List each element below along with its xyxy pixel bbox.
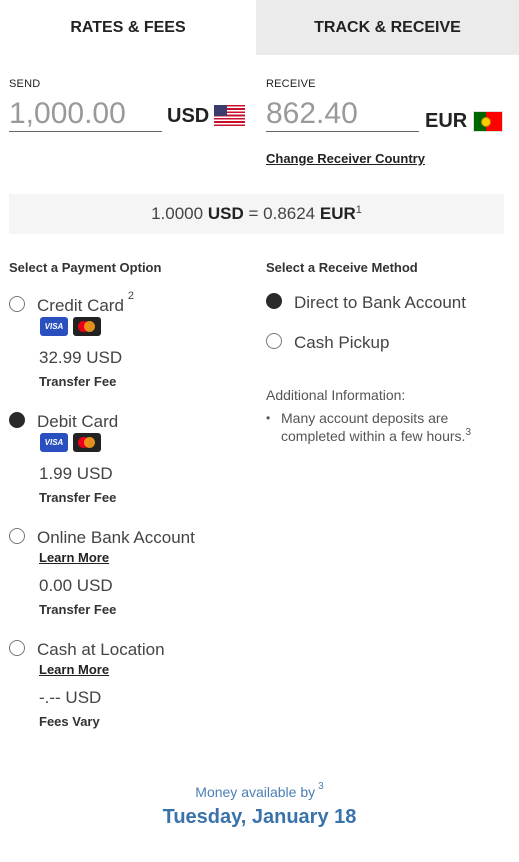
debit-card-label: Debit Card: [37, 412, 119, 431]
money-available-label: Money available by 3: [0, 781, 519, 800]
online-bank-fee: 0.00 USD: [39, 576, 113, 595]
credit-card-label: Credit Card: [37, 296, 124, 315]
credit-card-option[interactable]: Credit Card 2: [37, 290, 134, 316]
receive-method-title: Select a Receive Method: [266, 260, 418, 275]
rate-footnote: 1: [355, 204, 362, 216]
online-bank-radio[interactable]: [9, 528, 25, 544]
debit-card-option[interactable]: Debit Card: [37, 412, 118, 432]
cash-location-learn-more-link[interactable]: Learn More: [39, 662, 109, 677]
online-bank-fee-note: Transfer Fee: [39, 602, 117, 617]
tab-bar: RATES & FEES TRACK & RECEIVE: [0, 0, 519, 55]
cash-pickup-radio[interactable]: [266, 333, 282, 349]
send-currency: USD: [167, 105, 210, 127]
change-receiver-country-link[interactable]: Change Receiver Country: [266, 151, 425, 166]
visa-icon: VISA: [40, 317, 68, 336]
rate-lhs-currency: USD: [207, 204, 244, 223]
credit-card-fee: 32.99 USD: [39, 348, 123, 367]
mastercard-icon: [73, 317, 101, 336]
receive-label: RECEIVE: [266, 78, 316, 90]
rate-equals: =: [248, 204, 259, 223]
direct-bank-option[interactable]: Direct to Bank Account: [294, 293, 466, 313]
cash-location-radio[interactable]: [9, 640, 25, 656]
credit-card-radio[interactable]: [9, 296, 25, 312]
rate-rhs-value: 0.8624: [263, 204, 316, 223]
send-label: SEND: [9, 78, 41, 90]
send-amount-input[interactable]: [9, 96, 162, 132]
credit-card-fee-note: Transfer Fee: [39, 374, 117, 389]
money-available-text: Money available by: [195, 784, 316, 800]
debit-card-radio[interactable]: [9, 412, 25, 428]
tab-rates-fees[interactable]: RATES & FEES: [0, 0, 256, 55]
online-bank-label: Online Bank Account: [37, 528, 195, 547]
visa-icon: VISA: [40, 433, 68, 452]
receive-currency: EUR: [425, 110, 468, 132]
money-available-footnote: 3: [318, 781, 324, 792]
cash-location-label: Cash at Location: [37, 640, 165, 659]
direct-bank-radio[interactable]: [266, 293, 282, 309]
portugal-flag-icon: [473, 111, 503, 132]
debit-card-fee-note: Transfer Fee: [39, 490, 117, 505]
cash-location-option[interactable]: Cash at Location: [37, 640, 165, 660]
cash-pickup-option[interactable]: Cash Pickup: [294, 333, 389, 353]
mastercard-icon: [73, 433, 101, 452]
additional-info-title: Additional Information:: [266, 387, 406, 403]
cash-location-fee-note: Fees Vary: [39, 714, 100, 729]
online-bank-option[interactable]: Online Bank Account: [37, 528, 195, 548]
rate-rhs-currency: EUR: [319, 204, 356, 223]
payment-section-title: Select a Payment Option: [9, 260, 162, 275]
additional-info-footnote: 3: [465, 427, 471, 438]
cash-location-fee: -.-- USD: [39, 688, 102, 707]
receive-amount-input[interactable]: [266, 96, 419, 132]
availability-date: Tuesday, January 18: [162, 806, 357, 828]
credit-card-footnote: 2: [127, 290, 135, 302]
exchange-rate-bar: 1.0000 USD = 0.8624 EUR 1: [9, 194, 504, 234]
online-bank-learn-more-link[interactable]: Learn More: [39, 550, 109, 565]
list-item: Many account deposits are completed with…: [281, 409, 511, 445]
us-flag-icon: [214, 105, 245, 126]
additional-info-list: • Many account deposits are completed wi…: [266, 409, 511, 449]
bullet-icon: •: [266, 411, 271, 425]
additional-info-text: Many account deposits are completed with…: [281, 410, 466, 444]
tab-track-receive[interactable]: TRACK & RECEIVE: [256, 0, 519, 55]
rate-lhs-value: 1.0000: [151, 204, 204, 223]
debit-card-fee: 1.99 USD: [39, 464, 113, 483]
